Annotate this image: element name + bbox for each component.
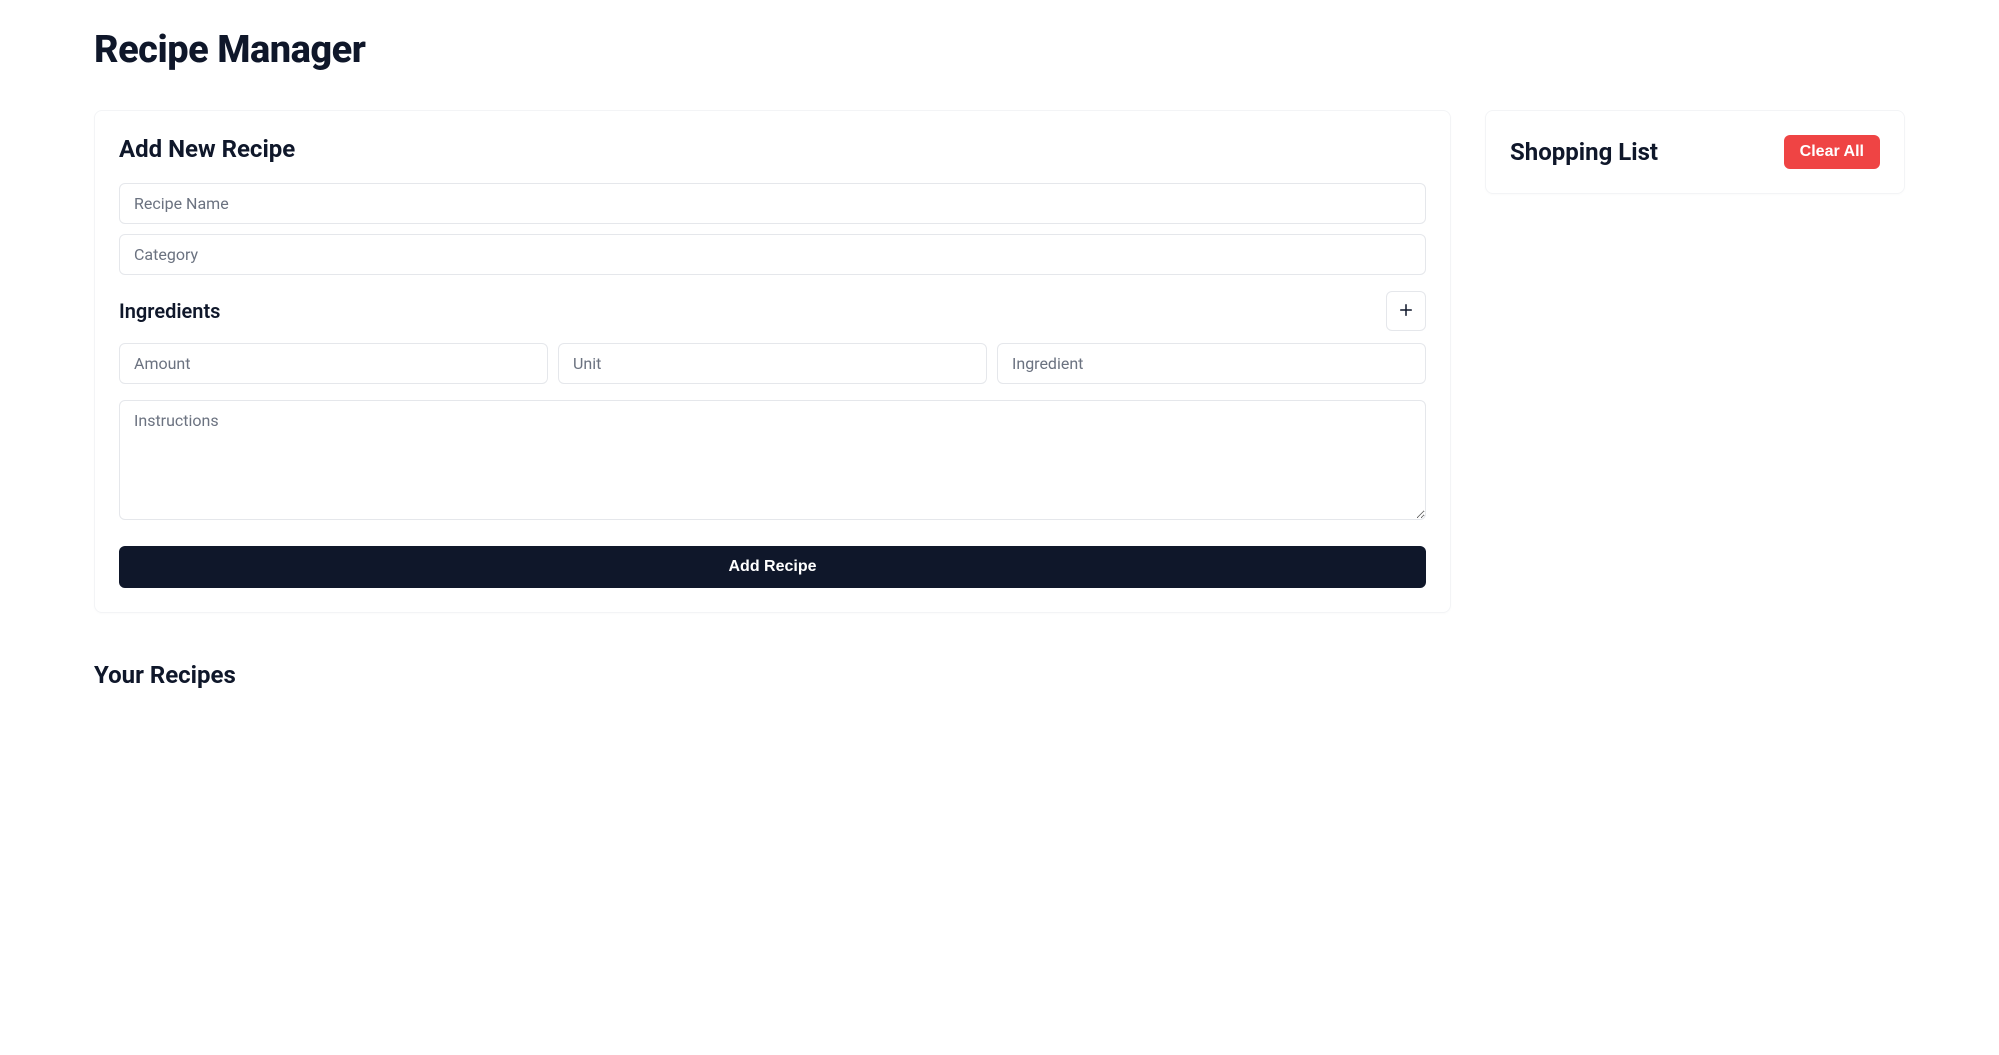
ingredient-input[interactable] [997,343,1426,384]
unit-input[interactable] [558,343,987,384]
ingredients-header: Ingredients [119,291,1426,331]
shopping-list-card: Shopping List Clear All [1485,110,1905,194]
shopping-list-title: Shopping List [1510,138,1658,166]
category-input[interactable] [119,234,1426,275]
add-recipe-form [119,183,1426,275]
clear-all-button[interactable]: Clear All [1784,135,1880,169]
amount-input[interactable] [119,343,548,384]
main-layout: Add New Recipe Ingredients Add Re [94,110,1905,689]
add-recipe-card: Add New Recipe Ingredients Add Re [94,110,1451,613]
add-recipe-button[interactable]: Add Recipe [119,546,1426,588]
add-ingredient-button[interactable] [1386,291,1426,331]
ingredient-row [119,343,1426,384]
page-title: Recipe Manager [94,28,1905,72]
right-column: Shopping List Clear All [1485,110,1905,194]
instructions-textarea[interactable] [119,400,1426,520]
recipe-name-input[interactable] [119,183,1426,224]
your-recipes-title: Your Recipes [94,661,1451,689]
plus-icon [1397,301,1415,322]
add-recipe-title: Add New Recipe [119,135,1426,163]
left-column: Add New Recipe Ingredients Add Re [94,110,1451,689]
shopping-list-header: Shopping List Clear All [1510,135,1880,169]
ingredients-label: Ingredients [119,299,220,323]
